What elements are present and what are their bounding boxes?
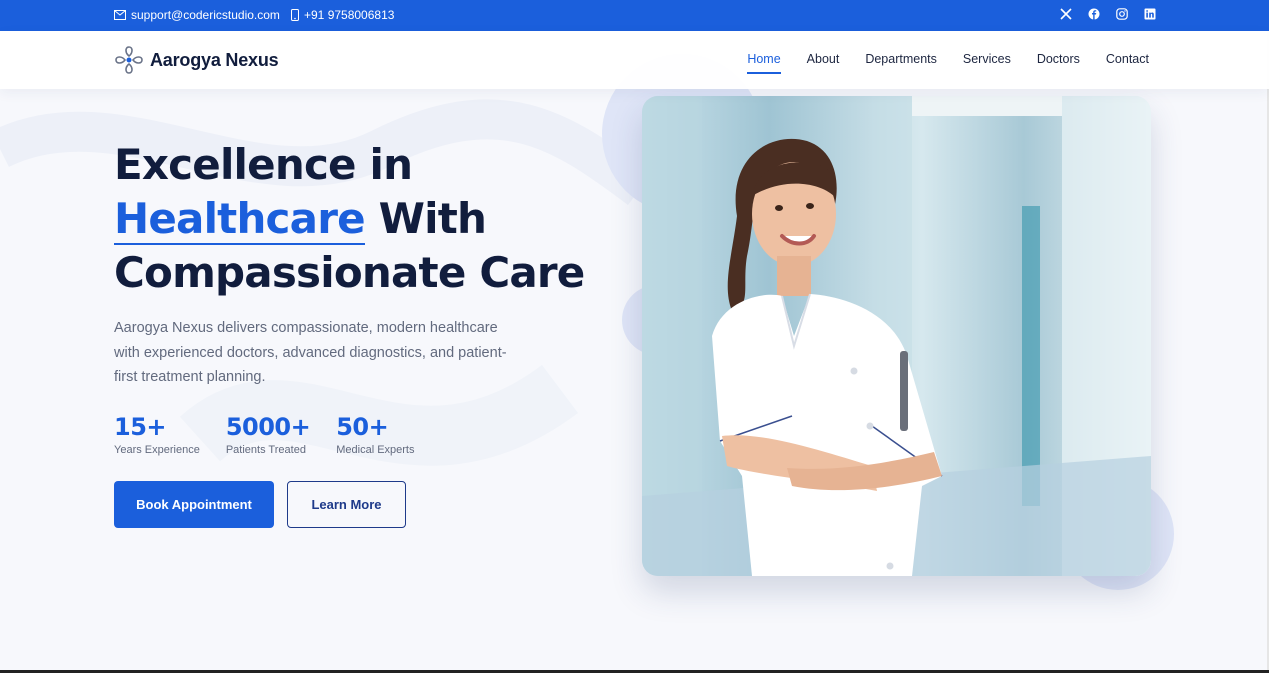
brand-logo[interactable]: Aarogya Nexus bbox=[114, 45, 279, 75]
nav-contact[interactable]: Contact bbox=[1106, 52, 1149, 72]
stat-value: 5000+ bbox=[225, 413, 311, 441]
stat-value: 50+ bbox=[336, 413, 389, 441]
nav-about[interactable]: About bbox=[807, 52, 840, 72]
stat-experts: 50+ Medical Experts bbox=[336, 413, 414, 456]
nav-departments[interactable]: Departments bbox=[865, 52, 937, 72]
learn-more-button[interactable]: Learn More bbox=[287, 481, 406, 528]
stat-patients: 5000+ Patients Treated bbox=[225, 413, 311, 456]
nurse-illustration bbox=[642, 96, 1151, 576]
top-bar: support@codericstudio.com +91 9758006813 bbox=[0, 0, 1269, 31]
hero-title-line2: With bbox=[378, 194, 487, 243]
hero-title-line1: Excellence in bbox=[114, 140, 413, 189]
instagram-icon[interactable] bbox=[1115, 7, 1128, 20]
linkedin-icon[interactable] bbox=[1143, 7, 1156, 20]
logo-icon bbox=[115, 46, 143, 74]
stat-label: Years Experience bbox=[114, 444, 200, 456]
nav-doctors[interactable]: Doctors bbox=[1037, 52, 1080, 72]
stat-label: Patients Treated bbox=[225, 444, 306, 456]
mail-icon bbox=[114, 10, 126, 20]
nav-home[interactable]: Home bbox=[747, 52, 782, 74]
phone-contact[interactable]: +91 9758006813 bbox=[291, 8, 394, 22]
stat-experience: 15+ Years Experience bbox=[114, 413, 200, 456]
phone-text: +91 9758006813 bbox=[304, 8, 395, 22]
hero-title: Excellence in Healthcare With Compassion… bbox=[114, 138, 634, 300]
email-contact[interactable]: support@codericstudio.com bbox=[114, 8, 280, 22]
hero-title-highlight: Healthcare bbox=[114, 194, 366, 245]
main-nav: Home About Departments Services Doctors … bbox=[721, 52, 1149, 74]
phone-icon bbox=[291, 9, 299, 21]
email-text: support@codericstudio.com bbox=[131, 8, 280, 22]
hero-description: Aarogya Nexus delivers compassionate, mo… bbox=[114, 320, 507, 385]
x-icon[interactable] bbox=[1059, 7, 1072, 20]
nav-services[interactable]: Services bbox=[963, 52, 1011, 72]
stat-value: 15+ bbox=[114, 413, 167, 441]
book-appointment-button[interactable]: Book Appointment bbox=[114, 481, 274, 528]
stat-label: Medical Experts bbox=[336, 444, 415, 456]
hero-title-line3: Compassionate Care bbox=[114, 248, 585, 297]
facebook-icon[interactable] bbox=[1087, 7, 1100, 20]
social-links bbox=[1059, 7, 1156, 20]
main-header: Aarogya Nexus Home About Departments Ser… bbox=[0, 31, 1269, 89]
hero-image bbox=[642, 96, 1151, 576]
hero-stats: 15+ Years Experience 5000+ Patients Trea… bbox=[114, 413, 441, 456]
brand-name: Aarogya Nexus bbox=[150, 49, 279, 70]
